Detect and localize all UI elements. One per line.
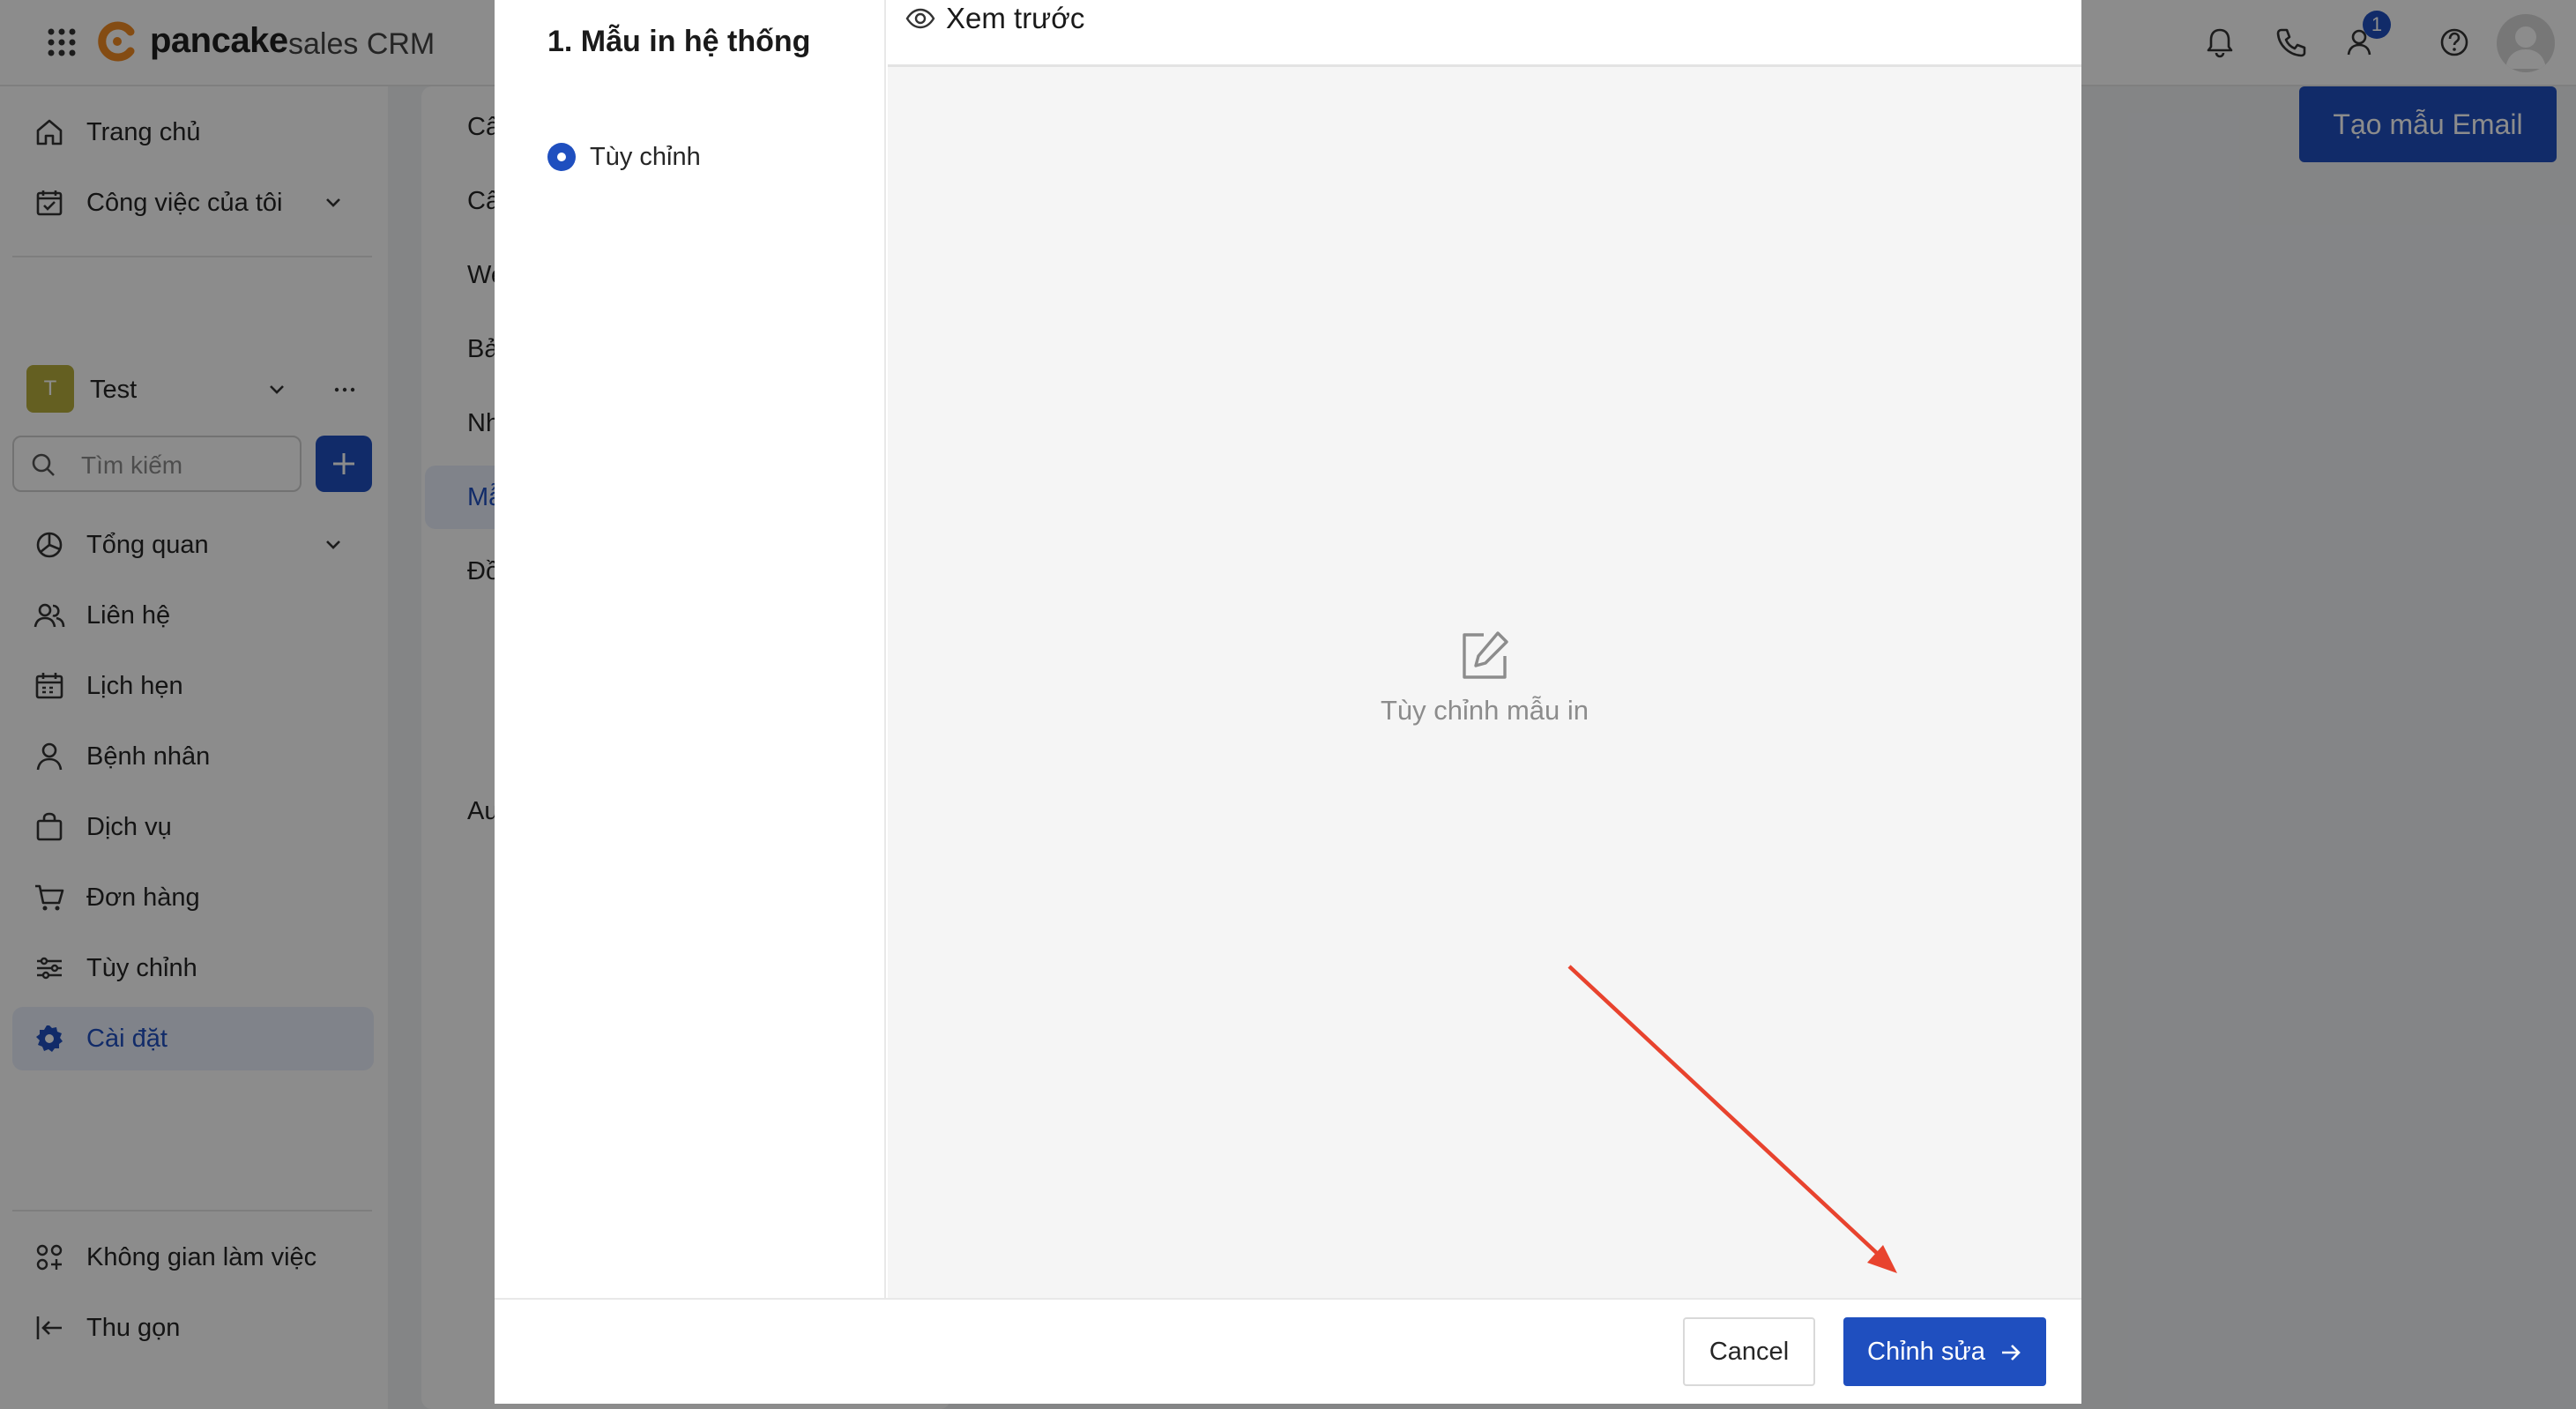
modal-footer: Cancel Chỉnh sửa <box>495 1298 2081 1404</box>
cancel-button[interactable]: Cancel <box>1683 1317 1815 1386</box>
arrow-right-icon <box>2001 1345 2021 1361</box>
edit-icon <box>1463 631 1508 679</box>
preview-area: Tùy chỉnh mẫu in <box>888 67 2081 1298</box>
preview-title: Xem trước <box>946 2 1085 34</box>
eye-icon <box>905 8 935 29</box>
template-options-panel: 1. Mẫu in hệ thống Tùy chỉnh <box>495 0 886 1298</box>
radio-option-label[interactable]: Tùy chỉnh <box>590 143 701 172</box>
edit-button-label: Chỉnh sửa <box>1867 1338 1985 1366</box>
preview-header: Xem trước <box>888 0 2081 67</box>
empty-preview-text: Tùy chỉnh mẫu in <box>1380 695 1590 726</box>
template-section-title: 1. Mẫu in hệ thống <box>547 25 811 58</box>
radio-button-selected[interactable] <box>547 143 576 171</box>
edit-button[interactable]: Chỉnh sửa <box>1843 1317 2046 1386</box>
print-template-modal: 1. Mẫu in hệ thống Tùy chỉnh Xem trước T… <box>495 0 2081 1404</box>
